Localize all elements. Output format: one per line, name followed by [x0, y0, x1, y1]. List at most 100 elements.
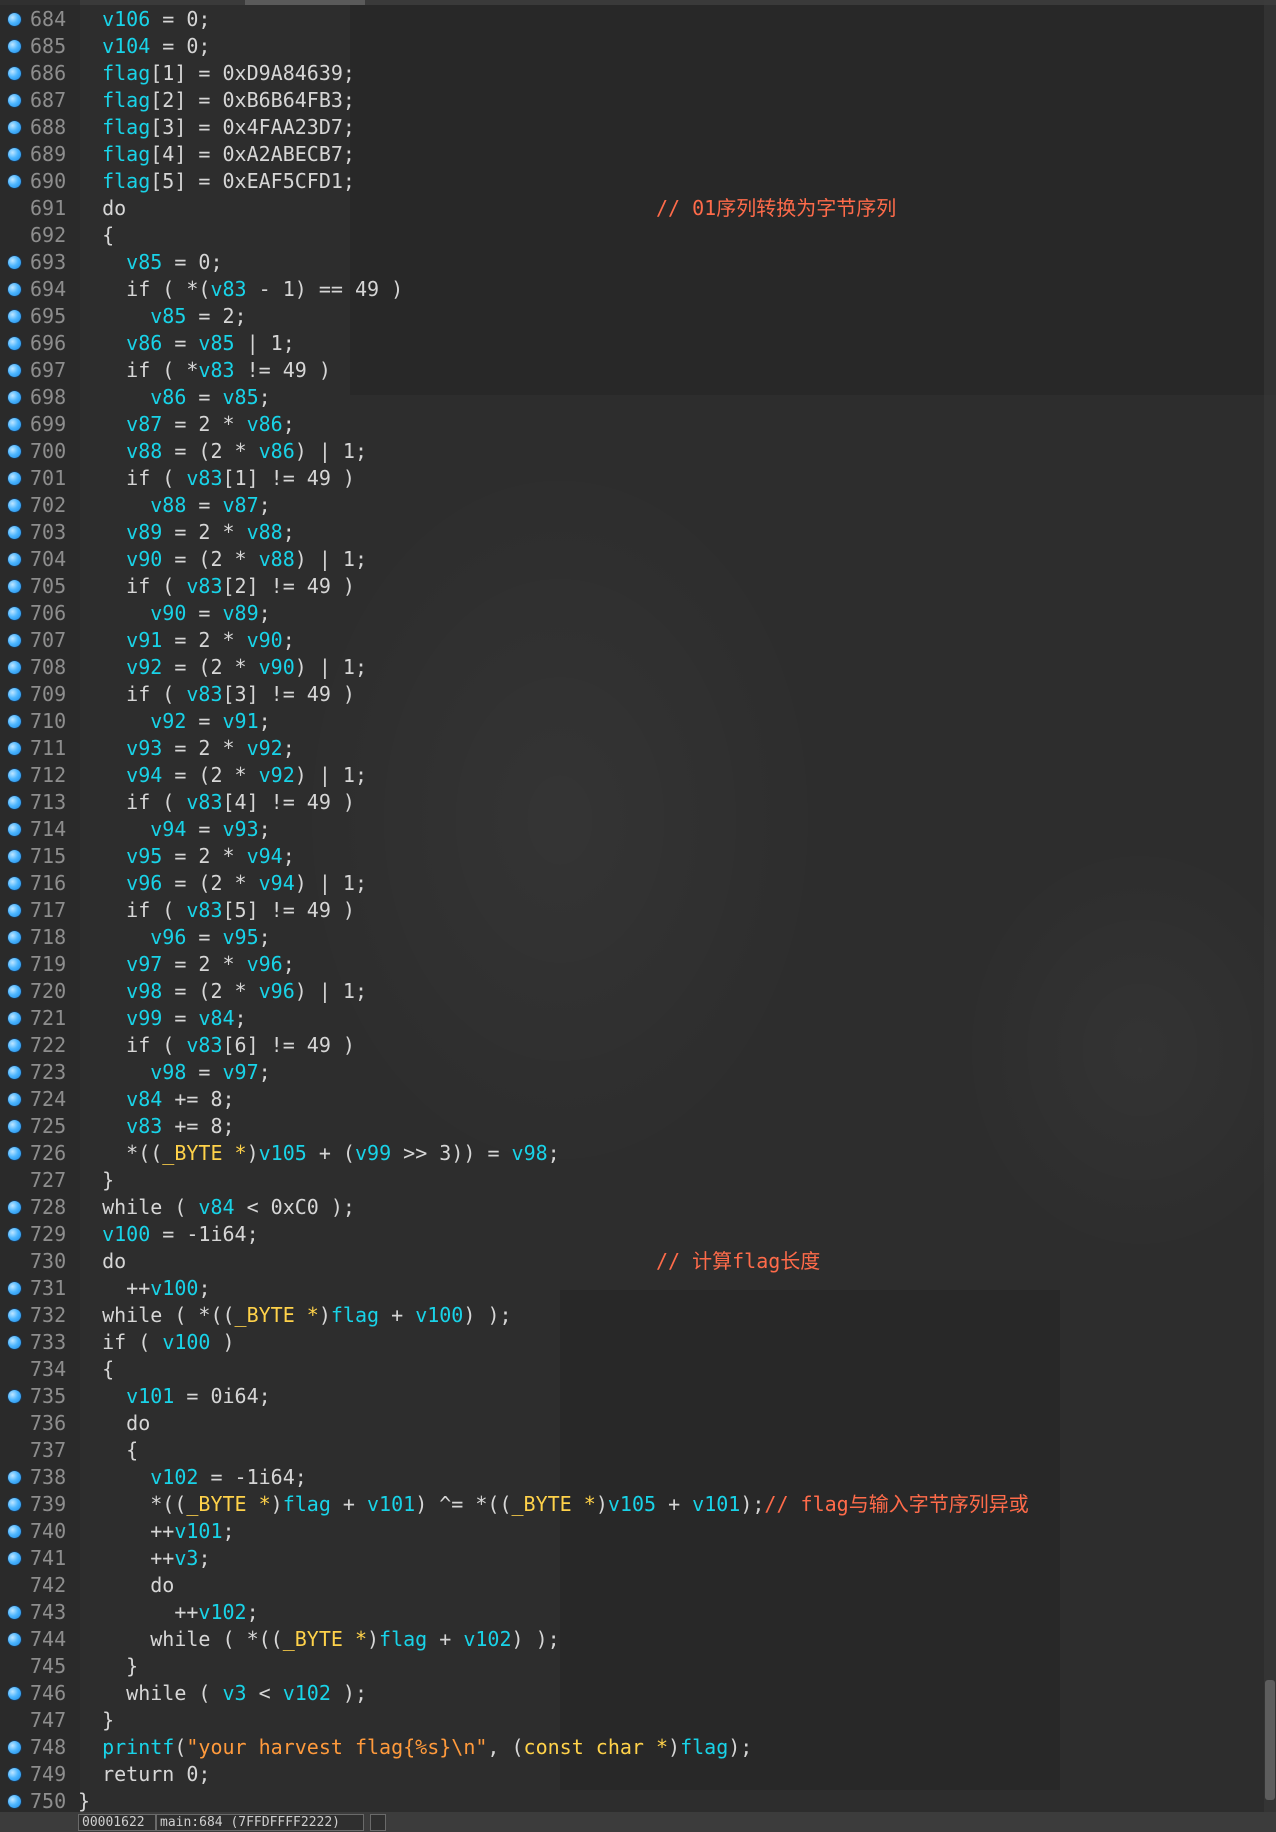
code-line[interactable]: 709 if ( v83[3] != 49 ) [0, 681, 1276, 708]
code-line[interactable]: 684 v106 = 0; [0, 6, 1276, 33]
code-line[interactable]: 713 if ( v83[4] != 49 ) [0, 789, 1276, 816]
code-line[interactable]: 714 v94 = v93; [0, 816, 1276, 843]
breakpoint-dot-icon[interactable] [8, 526, 21, 539]
breakpoint-dot-icon[interactable] [8, 256, 21, 269]
breakpoint-dot-icon[interactable] [8, 1147, 21, 1160]
code-line[interactable]: 700 v88 = (2 * v86) | 1; [0, 438, 1276, 465]
breakpoint-dot-icon[interactable] [8, 94, 21, 107]
code-line[interactable]: 704 v90 = (2 * v88) | 1; [0, 546, 1276, 573]
code-line[interactable]: 733 if ( v100 ) [0, 1329, 1276, 1356]
breakpoint-dot-icon[interactable] [8, 850, 21, 863]
code-line[interactable]: 698 v86 = v85; [0, 384, 1276, 411]
breakpoint-dot-icon[interactable] [8, 1552, 21, 1565]
breakpoint-dot-icon[interactable] [8, 742, 21, 755]
breakpoint-dot-icon[interactable] [8, 1093, 21, 1106]
code-line[interactable]: 702 v88 = v87; [0, 492, 1276, 519]
code-line[interactable]: 732 while ( *((_BYTE *)flag + v100) ); [0, 1302, 1276, 1329]
code-line[interactable]: 694 if ( *(v83 - 1) == 49 ) [0, 276, 1276, 303]
code-line[interactable]: 735 v101 = 0i64; [0, 1383, 1276, 1410]
code-line[interactable]: 693 v85 = 0; [0, 249, 1276, 276]
breakpoint-dot-icon[interactable] [8, 904, 21, 917]
breakpoint-dot-icon[interactable] [8, 472, 21, 485]
breakpoint-dot-icon[interactable] [8, 1012, 21, 1025]
breakpoint-dot-icon[interactable] [8, 958, 21, 971]
code-line[interactable]: 703 v89 = 2 * v88; [0, 519, 1276, 546]
code-line[interactable]: 708 v92 = (2 * v90) | 1; [0, 654, 1276, 681]
breakpoint-dot-icon[interactable] [8, 67, 21, 80]
breakpoint-dot-icon[interactable] [8, 1282, 21, 1295]
code-line[interactable]: 747 } [0, 1707, 1276, 1734]
breakpoint-dot-icon[interactable] [8, 931, 21, 944]
code-line[interactable]: 712 v94 = (2 * v92) | 1; [0, 762, 1276, 789]
code-line[interactable]: 696 v86 = v85 | 1; [0, 330, 1276, 357]
breakpoint-dot-icon[interactable] [8, 1120, 21, 1133]
breakpoint-dot-icon[interactable] [8, 13, 21, 26]
code-line[interactable]: 707 v91 = 2 * v90; [0, 627, 1276, 654]
code-line[interactable]: 686 flag[1] = 0xD9A84639; [0, 60, 1276, 87]
breakpoint-dot-icon[interactable] [8, 688, 21, 701]
breakpoint-dot-icon[interactable] [8, 499, 21, 512]
breakpoint-dot-icon[interactable] [8, 661, 21, 674]
code-line[interactable]: 726 *((_BYTE *)v105 + (v99 >> 3)) = v98; [0, 1140, 1276, 1167]
code-line[interactable]: 749 return 0; [0, 1761, 1276, 1788]
code-line[interactable]: 744 while ( *((_BYTE *)flag + v102) ); [0, 1626, 1276, 1653]
breakpoint-dot-icon[interactable] [8, 985, 21, 998]
code-line[interactable]: 729 v100 = -1i64; [0, 1221, 1276, 1248]
breakpoint-dot-icon[interactable] [8, 715, 21, 728]
breakpoint-dot-icon[interactable] [8, 310, 21, 323]
code-line[interactable]: 719 v97 = 2 * v96; [0, 951, 1276, 978]
breakpoint-dot-icon[interactable] [8, 364, 21, 377]
breakpoint-dot-icon[interactable] [8, 1471, 21, 1484]
breakpoint-dot-icon[interactable] [8, 553, 21, 566]
breakpoint-dot-icon[interactable] [8, 877, 21, 890]
code-line[interactable]: 734 { [0, 1356, 1276, 1383]
breakpoint-dot-icon[interactable] [8, 634, 21, 647]
scrollbar-thumb[interactable] [1265, 1680, 1275, 1800]
breakpoint-dot-icon[interactable] [8, 1228, 21, 1241]
breakpoint-dot-icon[interactable] [8, 1498, 21, 1511]
code-line[interactable]: 685 v104 = 0; [0, 33, 1276, 60]
code-line[interactable]: 745 } [0, 1653, 1276, 1680]
code-line[interactable]: 711 v93 = 2 * v92; [0, 735, 1276, 762]
breakpoint-dot-icon[interactable] [8, 796, 21, 809]
code-line[interactable]: 739 *((_BYTE *)flag + v101) ^= *((_BYTE … [0, 1491, 1276, 1518]
code-line[interactable]: 720 v98 = (2 * v96) | 1; [0, 978, 1276, 1005]
code-line[interactable]: 705 if ( v83[2] != 49 ) [0, 573, 1276, 600]
breakpoint-dot-icon[interactable] [8, 769, 21, 782]
code-line[interactable]: 687 flag[2] = 0xB6B64FB3; [0, 87, 1276, 114]
breakpoint-dot-icon[interactable] [8, 1309, 21, 1322]
code-line[interactable]: 743 ++v102; [0, 1599, 1276, 1626]
code-line[interactable]: 748 printf("your harvest flag{%s}\n", (c… [0, 1734, 1276, 1761]
code-line[interactable]: 706 v90 = v89; [0, 600, 1276, 627]
code-line[interactable]: 699 v87 = 2 * v86; [0, 411, 1276, 438]
code-line[interactable]: 690 flag[5] = 0xEAF5CFD1; [0, 168, 1276, 195]
vertical-scrollbar[interactable] [1264, 0, 1276, 1812]
code-line[interactable]: 746 while ( v3 < v102 ); [0, 1680, 1276, 1707]
code-line[interactable]: 750} [0, 1788, 1276, 1812]
breakpoint-dot-icon[interactable] [8, 1687, 21, 1700]
code-line[interactable]: 721 v99 = v84; [0, 1005, 1276, 1032]
code-line[interactable]: 736 do [0, 1410, 1276, 1437]
code-line[interactable]: 723 v98 = v97; [0, 1059, 1276, 1086]
breakpoint-dot-icon[interactable] [8, 148, 21, 161]
code-line[interactable]: 710 v92 = v91; [0, 708, 1276, 735]
code-line[interactable]: 718 v96 = v95; [0, 924, 1276, 951]
breakpoint-dot-icon[interactable] [8, 445, 21, 458]
code-line[interactable]: 691 do // 01序列转换为字节序列 [0, 195, 1276, 222]
code-line[interactable]: 701 if ( v83[1] != 49 ) [0, 465, 1276, 492]
breakpoint-dot-icon[interactable] [8, 40, 21, 53]
breakpoint-dot-icon[interactable] [8, 607, 21, 620]
breakpoint-dot-icon[interactable] [8, 1741, 21, 1754]
code-line[interactable]: 697 if ( *v83 != 49 ) [0, 357, 1276, 384]
code-line[interactable]: 737 { [0, 1437, 1276, 1464]
code-line[interactable]: 716 v96 = (2 * v94) | 1; [0, 870, 1276, 897]
breakpoint-dot-icon[interactable] [8, 121, 21, 134]
code-line[interactable]: 742 do [0, 1572, 1276, 1599]
breakpoint-dot-icon[interactable] [8, 1390, 21, 1403]
breakpoint-dot-icon[interactable] [8, 1795, 21, 1808]
breakpoint-dot-icon[interactable] [8, 337, 21, 350]
code-line[interactable]: 695 v85 = 2; [0, 303, 1276, 330]
code-line[interactable]: 688 flag[3] = 0x4FAA23D7; [0, 114, 1276, 141]
code-line[interactable]: 689 flag[4] = 0xA2ABECB7; [0, 141, 1276, 168]
code-line[interactable]: 741 ++v3; [0, 1545, 1276, 1572]
